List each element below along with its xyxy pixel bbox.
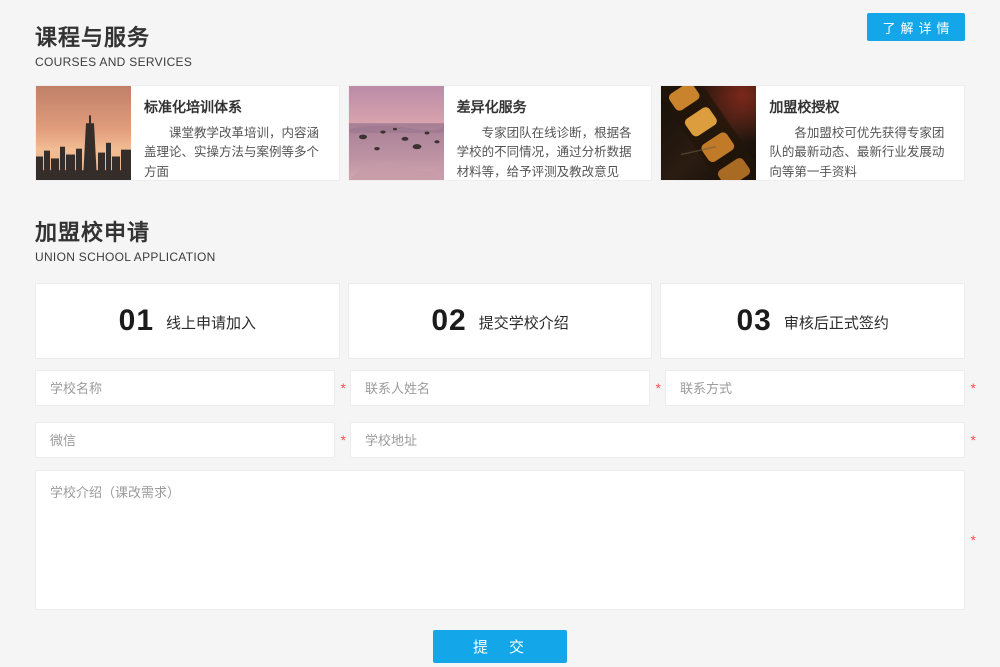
required-asterisk: *	[971, 533, 976, 547]
step-3: 03 审核后正式签约	[660, 283, 965, 359]
step-number: 03	[736, 304, 771, 338]
contact-name-input[interactable]	[350, 370, 650, 406]
step-number: 01	[119, 304, 154, 338]
service-card-authorization: 加盟校授权 各加盟校可优先获得专家团队的最新动态、最新行业发展动向等第一手资料	[660, 85, 965, 181]
step-label: 提交学校介绍	[479, 312, 569, 333]
learn-more-button[interactable]: 了解详情	[867, 13, 965, 41]
step-1: 01 线上申请加入	[35, 283, 340, 359]
city-skyline-sunset-image	[36, 86, 131, 180]
school-intro-field: *	[35, 470, 965, 610]
step-label: 审核后正式签约	[784, 312, 889, 333]
school-intro-textarea[interactable]	[35, 470, 965, 610]
required-asterisk: *	[341, 433, 346, 447]
required-asterisk: *	[971, 433, 976, 447]
school-name-input[interactable]	[35, 370, 335, 406]
step-number: 02	[431, 304, 466, 338]
submit-button[interactable]: 提 交	[433, 630, 567, 663]
service-card-title: 加盟校授权	[769, 97, 956, 117]
required-asterisk: *	[341, 381, 346, 395]
wechat-input[interactable]	[35, 422, 335, 458]
required-asterisk: *	[971, 381, 976, 395]
wechat-field: *	[35, 422, 335, 458]
form-row-1: * * *	[35, 370, 965, 406]
service-cards: 标准化培训体系 课堂教学改革培训，内容涵盖理论、实操方法与案例等多个方面	[35, 85, 965, 181]
contact-name-field: *	[350, 370, 650, 406]
courses-title: 课程与服务	[35, 20, 965, 52]
contact-method-field: *	[665, 370, 965, 406]
application-steps: 01 线上申请加入 02 提交学校介绍 03 审核后正式签约	[35, 283, 965, 359]
courses-section-header: 课程与服务 COURSES AND SERVICES 了解详情	[35, 0, 965, 69]
service-card-title: 差异化服务	[457, 97, 644, 117]
school-address-input[interactable]	[350, 422, 965, 458]
step-2: 02 提交学校介绍	[348, 283, 653, 359]
service-card-body: 差异化服务 专家团队在线诊断，根据各学校的不同情况，通过分析数据材料等，给予评测…	[444, 86, 652, 180]
service-card-desc: 各加盟校可优先获得专家团队的最新动态、最新行业发展动向等第一手资料	[769, 124, 956, 181]
contact-method-input[interactable]	[665, 370, 965, 406]
submit-area: 提 交	[35, 630, 965, 663]
application-title: 加盟校申请	[35, 215, 965, 247]
required-asterisk: *	[656, 381, 661, 395]
service-card-training: 标准化培训体系 课堂教学改革培训，内容涵盖理论、实操方法与案例等多个方面	[35, 85, 340, 181]
application-section-header: 加盟校申请 UNION SCHOOL APPLICATION	[35, 215, 965, 264]
form-row-2: * *	[35, 422, 965, 458]
service-card-title: 标准化培训体系	[144, 97, 331, 117]
school-address-field: *	[350, 422, 965, 458]
page: 课程与服务 COURSES AND SERVICES 了解详情	[0, 0, 1000, 667]
desert-dusk-image	[349, 86, 444, 180]
step-label: 线上申请加入	[166, 312, 256, 333]
application-subtitle: UNION SCHOOL APPLICATION	[35, 250, 965, 264]
service-card-differentiated: 差异化服务 专家团队在线诊断，根据各学校的不同情况，通过分析数据材料等，给予评测…	[348, 85, 653, 181]
service-card-body: 标准化培训体系 课堂教学改革培训，内容涵盖理论、实操方法与案例等多个方面	[131, 86, 339, 180]
courses-subtitle: COURSES AND SERVICES	[35, 55, 965, 69]
service-card-desc: 课堂教学改革培训，内容涵盖理论、实操方法与案例等多个方面	[144, 124, 331, 181]
school-name-field: *	[35, 370, 335, 406]
service-card-body: 加盟校授权 各加盟校可优先获得专家团队的最新动态、最新行业发展动向等第一手资料	[756, 86, 964, 180]
film-strip-image	[661, 86, 756, 180]
service-card-desc: 专家团队在线诊断，根据各学校的不同情况，通过分析数据材料等，给予评测及教改意见	[457, 124, 644, 181]
